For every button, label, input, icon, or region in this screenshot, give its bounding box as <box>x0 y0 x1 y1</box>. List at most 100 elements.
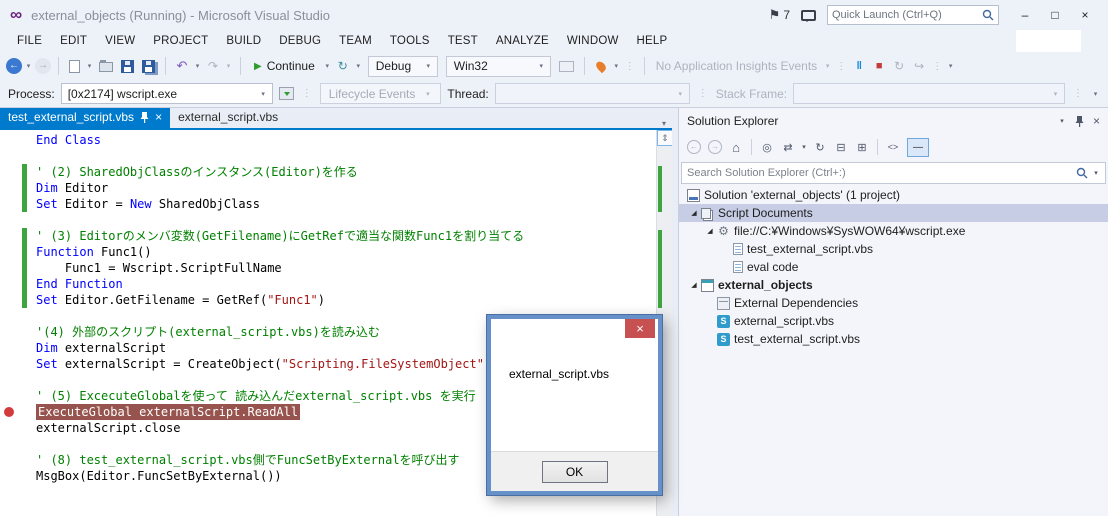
menu-file[interactable]: FILE <box>8 35 51 47</box>
new-file-caret-icon[interactable]: ▾ <box>85 62 94 70</box>
toolbar-grip-icon[interactable]: ⋮ <box>698 88 708 99</box>
insights-caret-icon[interactable]: ▾ <box>612 62 621 70</box>
stack-frame-combo[interactable]: ▾ <box>793 83 1065 104</box>
thread-combo[interactable]: ▾ <box>494 83 690 104</box>
dialog-ok-button[interactable]: OK <box>541 460 608 483</box>
code-line[interactable]: Dim Editor <box>0 180 656 196</box>
open-file-icon[interactable] <box>99 60 113 72</box>
maximize-button[interactable]: □ <box>1040 4 1070 26</box>
breakpoint-margin[interactable] <box>0 132 22 148</box>
toolbar-grip-icon[interactable]: ⋮ <box>836 61 846 72</box>
sync-with-active-document-icon[interactable]: ⇄ <box>779 138 797 156</box>
menu-tools[interactable]: TOOLS <box>381 35 439 47</box>
split-window-handle-icon[interactable]: ⇕ <box>657 130 672 146</box>
process-combo[interactable]: [0x2174] wscript.exe ▾ <box>60 83 273 104</box>
solution-search-input[interactable] <box>687 167 1072 179</box>
breakpoint-margin[interactable] <box>0 308 22 324</box>
back-icon[interactable]: ← <box>685 138 703 156</box>
menu-debug[interactable]: DEBUG <box>270 35 330 47</box>
redo-caret-icon[interactable]: ▾ <box>224 62 233 70</box>
pin-icon[interactable] <box>1075 115 1084 128</box>
tab-test-external-script-vbs[interactable]: test_external_script.vbs × <box>0 106 171 128</box>
tab-list-caret-icon[interactable]: ▾ <box>656 119 672 128</box>
forward-icon[interactable]: → <box>706 138 724 156</box>
breakpoint-icon[interactable] <box>4 407 14 417</box>
code-line[interactable]: End Function <box>0 276 656 292</box>
home-icon[interactable]: ⌂ <box>727 138 745 156</box>
menu-edit[interactable]: EDIT <box>51 35 96 47</box>
toolbar-grip-icon[interactable]: ⋮ <box>302 88 312 99</box>
code-line[interactable]: End Class <box>0 132 656 148</box>
toolbar-overflow-icon[interactable]: ▾ <box>1091 90 1100 98</box>
toolbar-grip-icon[interactable]: ⋮ <box>1073 88 1083 99</box>
search-options-caret-icon[interactable]: ▾ <box>1092 164 1100 182</box>
apply-caret-icon[interactable]: ▾ <box>354 62 363 70</box>
break-all-icon[interactable]: ‖ <box>850 60 868 72</box>
save-icon[interactable] <box>121 59 134 73</box>
breakpoint-margin[interactable] <box>0 436 22 452</box>
breakpoint-margin[interactable] <box>0 388 22 404</box>
breakpoint-margin[interactable] <box>0 452 22 468</box>
close-window-button[interactable]: × <box>1070 4 1100 26</box>
breakpoint-margin[interactable] <box>0 468 22 484</box>
save-all-icon[interactable] <box>142 59 155 73</box>
breakpoint-margin[interactable] <box>0 228 22 244</box>
search-icon[interactable] <box>1076 167 1088 179</box>
navigate-back-caret-icon[interactable]: ▾ <box>24 62 33 70</box>
new-file-icon[interactable] <box>69 59 80 73</box>
tree-item[interactable]: ◢ Script Documents <box>679 204 1108 222</box>
menu-project[interactable]: PROJECT <box>144 35 217 47</box>
breakpoint-margin[interactable] <box>0 372 22 388</box>
menu-view[interactable]: VIEW <box>96 35 144 47</box>
redo-icon[interactable]: ↷ <box>204 59 222 73</box>
close-tab-icon[interactable]: × <box>155 111 162 123</box>
code-line[interactable]: ' (3) Editorのメンバ変数(GetFilename)にGetRefで適… <box>0 228 656 244</box>
undo-icon[interactable]: ↶ <box>173 58 191 74</box>
breakpoint-margin[interactable] <box>0 276 22 292</box>
undo-caret-icon[interactable]: ▾ <box>193 62 202 70</box>
apply-code-changes-icon[interactable]: ↻ <box>334 59 352 73</box>
scope-icon[interactable]: ◎ <box>758 138 776 156</box>
expander-icon[interactable]: ◢ <box>687 281 701 289</box>
toolbar-overflow-icon[interactable]: ▾ <box>946 62 955 70</box>
breakpoint-margin[interactable] <box>0 420 22 436</box>
breakpoint-margin[interactable] <box>0 244 22 260</box>
code-line[interactable] <box>0 148 656 164</box>
breakpoint-margin[interactable] <box>0 196 22 212</box>
tree-item[interactable]: Solution 'external_objects' (1 project) <box>679 186 1108 204</box>
quick-launch-box[interactable] <box>827 5 999 25</box>
code-line[interactable]: Set Editor.GetFilename = GetRef("Func1") <box>0 292 656 308</box>
toolbar-grip-icon[interactable]: ⋮ <box>932 61 942 72</box>
code-line[interactable]: Function Func1() <box>0 244 656 260</box>
code-line[interactable]: Func1 = Wscript.ScriptFullName <box>0 260 656 276</box>
insights-events-caret-icon[interactable]: ▾ <box>823 62 832 70</box>
continue-button[interactable]: ▶ Continue <box>248 59 321 73</box>
continue-caret-icon[interactable]: ▾ <box>323 62 332 70</box>
lifecycle-events-button[interactable]: Lifecycle Events ▾ <box>319 83 442 104</box>
breakpoint-margin[interactable] <box>0 212 22 228</box>
menu-team[interactable]: TEAM <box>330 35 381 47</box>
step-over-icon[interactable]: ↪ <box>910 59 928 73</box>
minimize-button[interactable]: – <box>1010 4 1040 26</box>
solution-explorer-header[interactable]: Solution Explorer ▾ × <box>679 108 1108 134</box>
menu-analyze[interactable]: ANALYZE <box>487 35 558 47</box>
breakpoint-margin[interactable] <box>0 404 22 420</box>
feedback-icon[interactable] <box>801 9 816 22</box>
menu-help[interactable]: HELP <box>628 35 677 47</box>
tree-item[interactable]: test_external_script.vbs <box>679 240 1108 258</box>
code-line[interactable]: Set Editor = New SharedObjClass <box>0 196 656 212</box>
breakpoint-margin[interactable] <box>0 292 22 308</box>
deploy-target-icon[interactable] <box>558 60 574 72</box>
code-line[interactable]: ' (2) SharedObjClassのインスタンス(Editor)を作る <box>0 164 656 180</box>
menu-test[interactable]: TEST <box>439 35 487 47</box>
breakpoint-margin[interactable] <box>0 164 22 180</box>
tree-item[interactable]: external_script.vbs <box>679 312 1108 330</box>
breakpoint-margin[interactable] <box>0 340 22 356</box>
expander-icon[interactable]: ◢ <box>703 227 717 235</box>
breakpoint-margin[interactable] <box>0 324 22 340</box>
application-insights-icon[interactable] <box>594 59 608 73</box>
code-line[interactable] <box>0 212 656 228</box>
menu-window[interactable]: WINDOW <box>558 35 628 47</box>
tree-item[interactable]: ◢ file://C:¥Windows¥SysWOW64¥wscript.exe <box>679 222 1108 240</box>
preview-selected-items-toggle[interactable]: — <box>907 137 929 157</box>
